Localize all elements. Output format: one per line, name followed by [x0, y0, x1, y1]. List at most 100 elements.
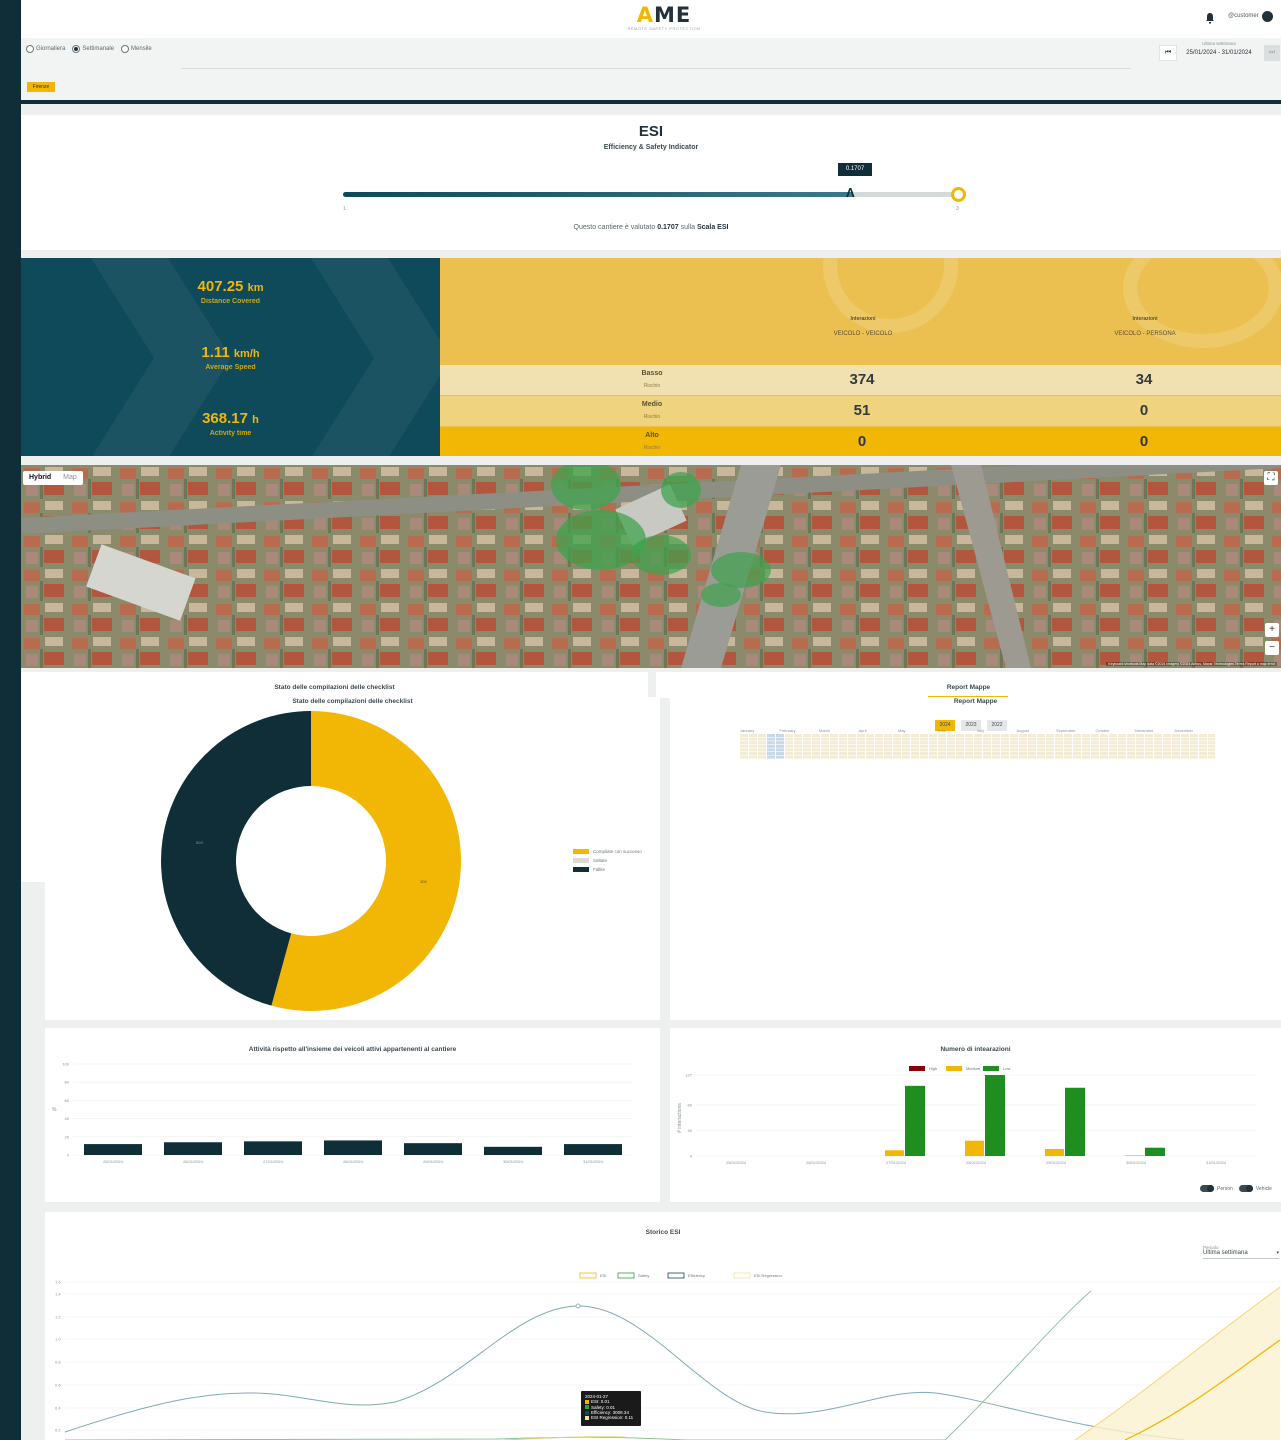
- calendar-cell: [1199, 737, 1207, 741]
- calendar-cell: [992, 734, 1000, 737]
- activity-bar-chart: 0 20 40 60 80 100% 25/01/2024 26/01/2024 27/01/2…: [52, 1062, 633, 1164]
- y-tick-label: 0.8: [55, 1360, 61, 1365]
- calendar-cell: [1046, 755, 1054, 759]
- legend-label: Compilate con successo: [593, 849, 642, 854]
- esi-title: ESI: [638, 123, 664, 140]
- calendar-cell: [1001, 744, 1009, 748]
- legend-swatch: [573, 867, 589, 872]
- stat-speed-value: 1.11: [201, 344, 230, 361]
- calendar-cell: [929, 752, 937, 755]
- zoom-in-icon[interactable]: +: [1265, 623, 1279, 637]
- satellite-map[interactable]: Hybrid Map ⛶ + − Keyboard shortcuts Map …: [21, 465, 1281, 668]
- bell-icon[interactable]: [1205, 12, 1215, 24]
- calendar-cell: [1055, 744, 1063, 748]
- calendar-cell: [767, 737, 775, 741]
- radio-settimanale[interactable]: Settimanale: [72, 45, 114, 53]
- calendar-cell: [1118, 752, 1126, 755]
- site-chip[interactable]: Firenze: [27, 82, 55, 92]
- calendar-cell: [830, 741, 838, 745]
- y-tick-label: 127: [685, 1073, 692, 1078]
- tab-map[interactable]: Map: [57, 471, 83, 485]
- stat-activity-value: 368.17: [202, 410, 248, 427]
- calendar-cell: [812, 744, 820, 748]
- legend-swatch: [573, 849, 589, 854]
- period-selector[interactable]: Ultima settimana 25/01/2024 - 31/01/2024: [1179, 40, 1259, 66]
- calendar-cell: [1073, 734, 1081, 737]
- calendar-cell: [830, 737, 838, 741]
- calendar-cell: [1181, 741, 1189, 745]
- calendar-cell: [740, 744, 748, 748]
- fullscreen-icon[interactable]: ⛶: [1264, 471, 1278, 485]
- user-account-icon[interactable]: [1262, 11, 1273, 22]
- calendar-cell: [1145, 741, 1153, 745]
- calendar-cell: [1145, 755, 1153, 759]
- radio-settimanale-dot[interactable]: [72, 45, 81, 53]
- calendar-cell: [1046, 752, 1054, 755]
- period-label: Ultima settimana: [1202, 41, 1236, 46]
- radio-giornaliera-dot[interactable]: [26, 45, 34, 53]
- calendar-cell: [1082, 741, 1090, 745]
- calendar-cell: [758, 737, 766, 741]
- calendar-cell: [866, 748, 874, 752]
- calendar-cell: [1046, 744, 1054, 748]
- esi-sentence-scale: Scala ESI: [696, 224, 729, 231]
- radio-mensile[interactable]: Mensile: [121, 45, 152, 53]
- calendar-cell: [839, 734, 847, 737]
- calendar-cell: [1154, 737, 1162, 741]
- calendar-month-label: January: [740, 728, 755, 733]
- legend-swatch: [909, 1066, 925, 1071]
- logo-tagline: REMOTE SAFETY PROTECTION: [627, 26, 701, 31]
- calendar-cell: [875, 752, 883, 755]
- legend-item[interactable]: Compilate con successo: [573, 849, 642, 854]
- legend-label: Fallite: [593, 867, 606, 872]
- legend-item[interactable]: Fallite: [573, 867, 642, 872]
- risk-sub: Rischio: [643, 383, 661, 389]
- calendar-cell: [749, 744, 757, 748]
- calendar-cell: [1127, 752, 1135, 755]
- calendar-cell: [884, 748, 892, 752]
- legend-swatch: [667, 1272, 685, 1279]
- esi-sentence-value: 0.1707: [657, 224, 679, 231]
- toggle-person[interactable]: Person: [1200, 1185, 1233, 1192]
- calendar-cell: [893, 744, 901, 748]
- calendar-cell: [821, 734, 829, 737]
- brand-logo[interactable]: AME REMOTE SAFETY PROTECTION: [624, 4, 704, 34]
- calendar-cell: [1073, 737, 1081, 741]
- calendar-cell: [866, 752, 874, 755]
- calendar-cell: [839, 744, 847, 748]
- calendar-cell: [1082, 752, 1090, 755]
- toggle-switch[interactable]: [1200, 1185, 1214, 1192]
- toggle-label: Vehicle: [1255, 1185, 1272, 1192]
- calendar-cell: [1010, 741, 1018, 745]
- calendar-cell: [776, 741, 784, 745]
- calendar-cell: [1055, 737, 1063, 741]
- radio-giornaliera[interactable]: Giornaliera: [26, 45, 65, 53]
- toggle-vehicle[interactable]: Vehicle: [1238, 1185, 1272, 1192]
- radio-mensile-dot[interactable]: [121, 45, 130, 53]
- calendar-cell: [1064, 752, 1072, 755]
- calendar-cell: [902, 744, 910, 748]
- tab-hybrid[interactable]: Hybrid: [23, 471, 57, 485]
- user-name[interactable]: @customer: [1228, 13, 1259, 19]
- calendar-cell: [1010, 752, 1018, 755]
- calendar-cell: [857, 734, 865, 737]
- calendar-cell: [785, 755, 793, 759]
- legend-item[interactable]: Saltate: [573, 858, 642, 863]
- calendar-month-label: April: [858, 728, 867, 733]
- calendar-cell: [758, 741, 766, 745]
- zoom-out-icon[interactable]: −: [1265, 641, 1279, 655]
- calendar-cell: [1100, 755, 1108, 759]
- calendar-cell: [938, 752, 946, 755]
- x-tick-label: 25/01/2024: [726, 1160, 747, 1165]
- calendar-cell: [1082, 734, 1090, 737]
- calendar-cell: [794, 734, 802, 737]
- skip-forward-icon[interactable]: ⏭: [1264, 45, 1280, 61]
- skip-back-icon[interactable]: ⏮: [1159, 45, 1177, 61]
- y-axis-label: %: [52, 1107, 57, 1113]
- calendar-cell: [1109, 737, 1117, 741]
- calendar-cell: [893, 737, 901, 741]
- calendar-cell: [1055, 748, 1063, 752]
- logo-accent: A: [636, 3, 654, 27]
- toggle-switch[interactable]: [1238, 1185, 1253, 1192]
- risk-value-vehicle: 51: [853, 402, 871, 419]
